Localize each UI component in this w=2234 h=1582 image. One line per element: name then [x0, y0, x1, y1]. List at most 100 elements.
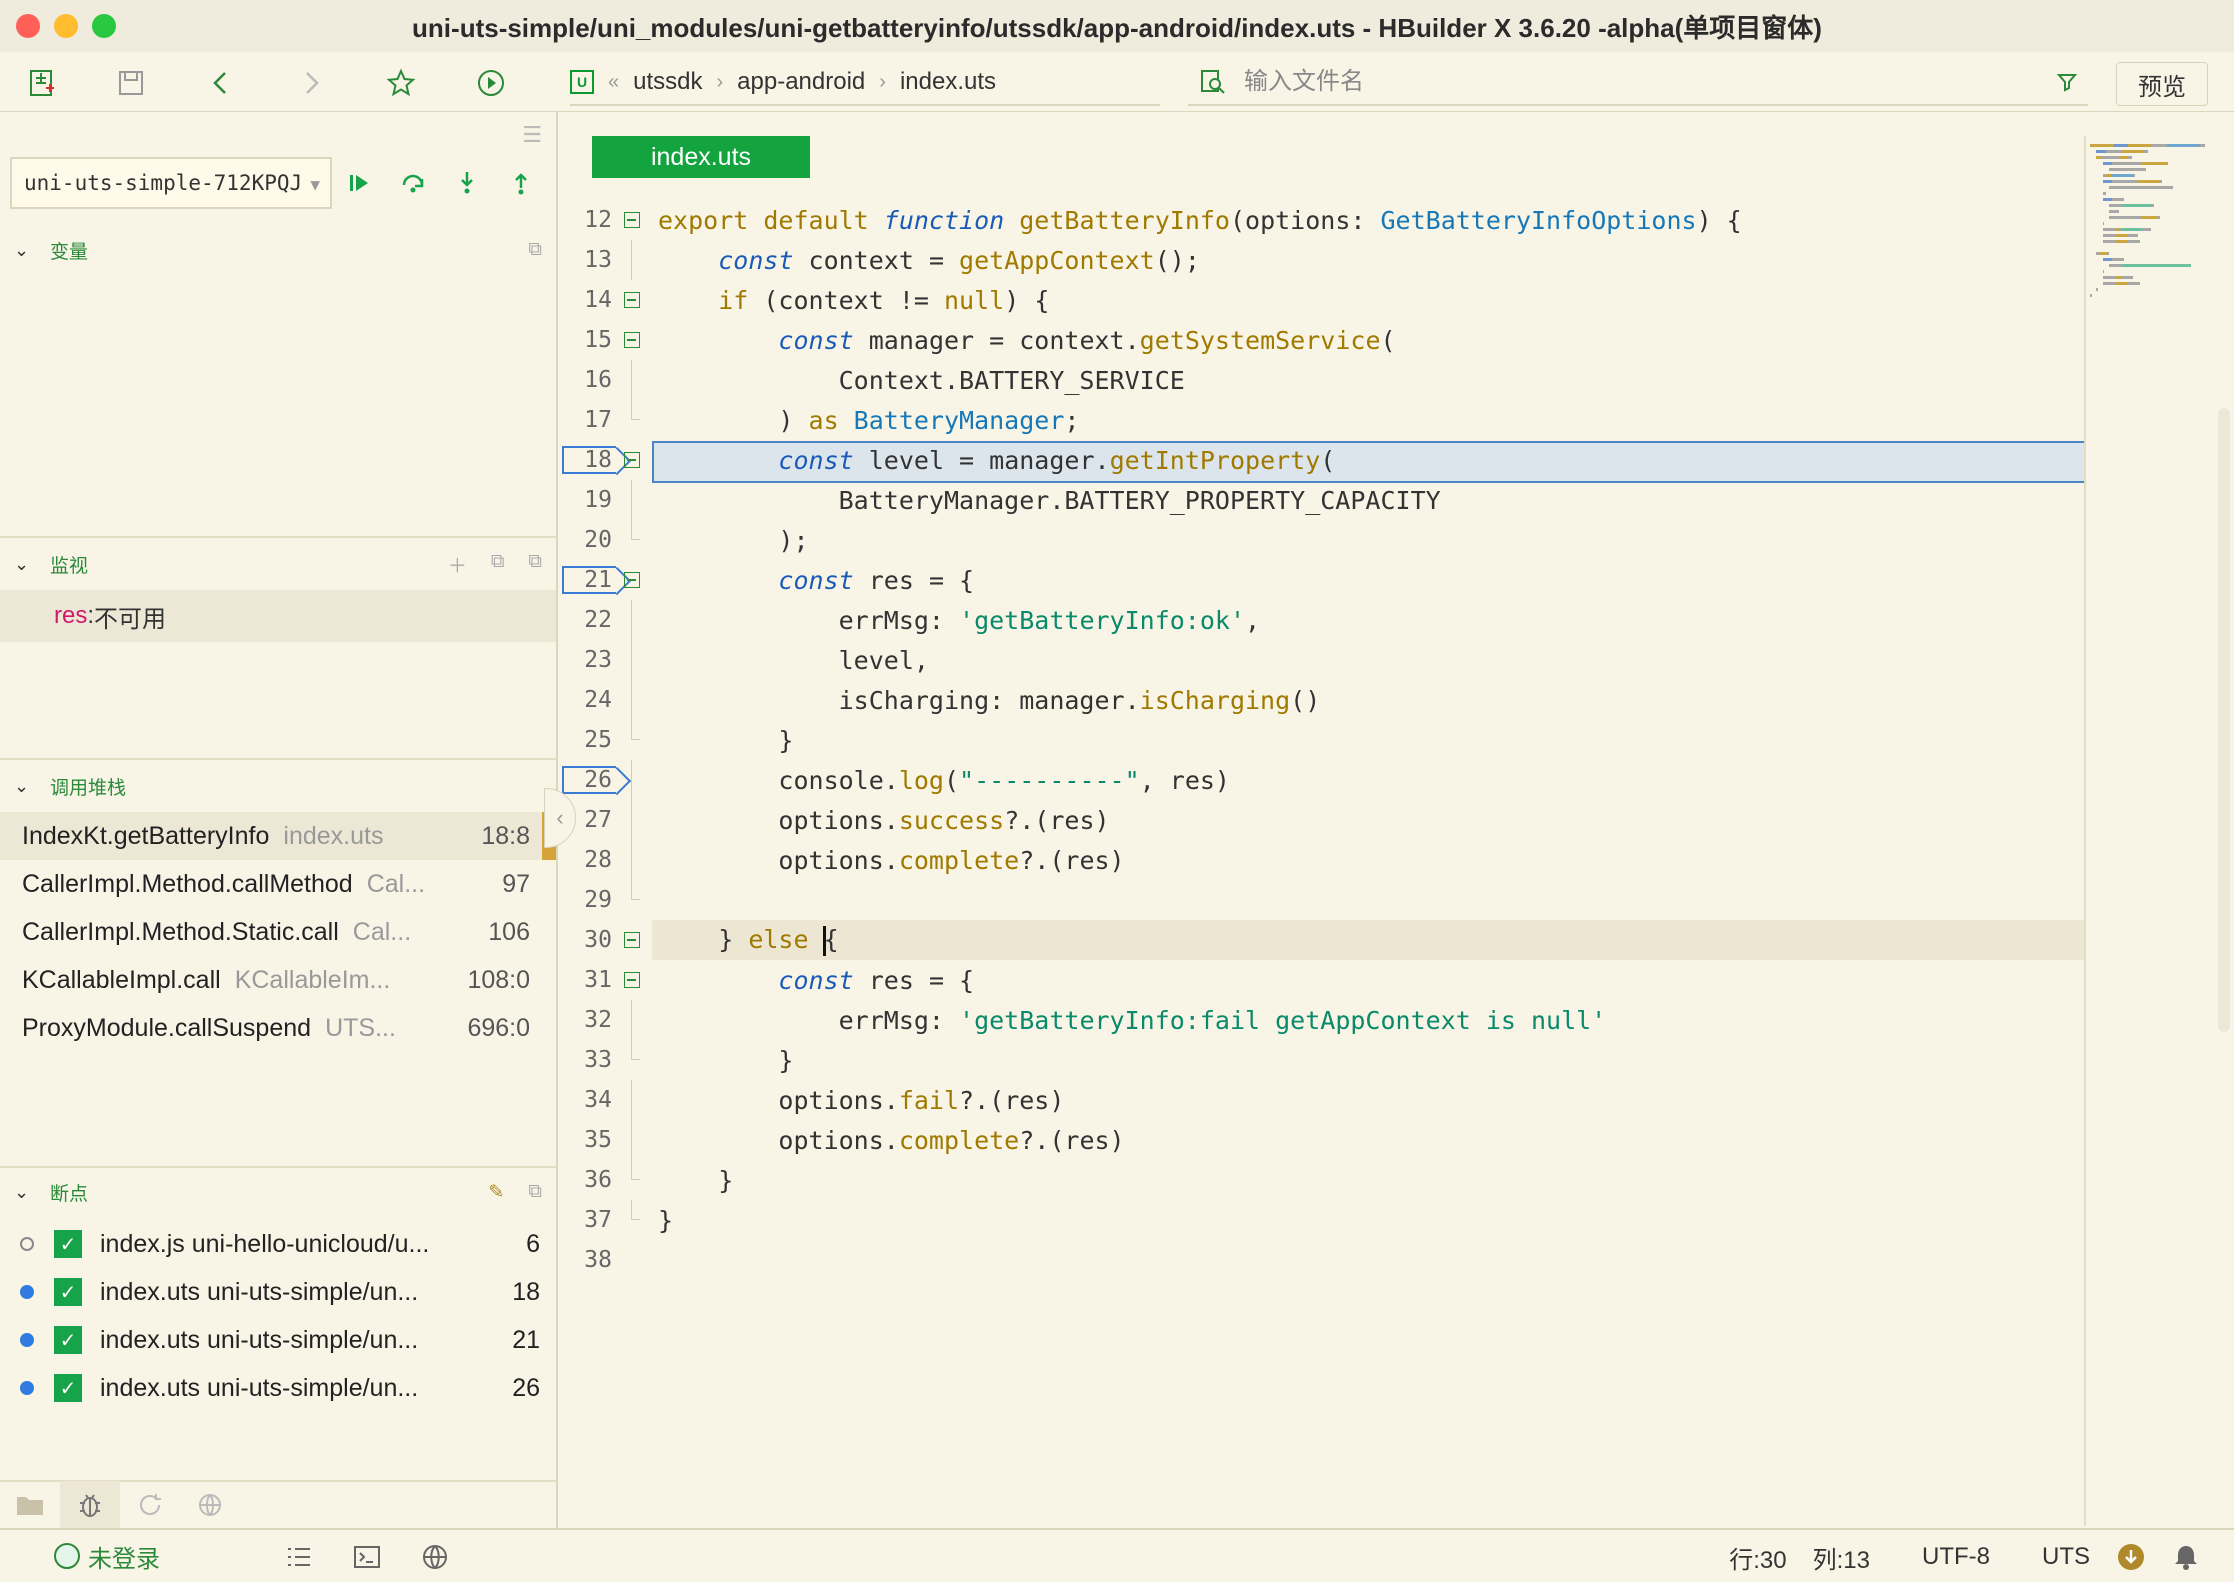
code-line[interactable]: 30 } else { [560, 920, 2084, 960]
code-line[interactable]: 22 errMsg: 'getBatteryInfo:ok', [560, 600, 2084, 640]
refresh-tab-icon[interactable] [120, 1481, 180, 1529]
callstack-section-header[interactable]: ⌄ 调用堆栈 [0, 764, 556, 808]
line-number[interactable]: 12 [560, 207, 612, 233]
line-number[interactable]: 29 [560, 887, 612, 913]
new-file-icon[interactable] [24, 66, 58, 100]
notification-bell-icon[interactable] [2172, 1542, 2200, 1572]
line-number[interactable]: 37 [560, 1207, 612, 1233]
code-line[interactable]: 33 } [560, 1040, 2084, 1080]
device-select[interactable]: uni-uts-simple-712KPQJ ▼ [10, 157, 332, 209]
code-line[interactable]: 36 } [560, 1160, 2084, 1200]
callstack-item[interactable]: CallerImpl.Method.callMethod Cal... 97 [0, 860, 556, 908]
collapse-all-icon[interactable]: ⧉ [491, 551, 505, 578]
fold-toggle-icon[interactable] [612, 200, 652, 240]
vertical-scrollbar[interactable] [2218, 408, 2230, 1032]
line-number[interactable]: 14 [560, 287, 612, 313]
toggle-breakpoints-icon[interactable]: ✎ [489, 1181, 505, 1204]
code-line[interactable]: 25 } [560, 720, 2084, 760]
code-area[interactable]: 12 export default function getBatteryInfo… [560, 200, 2086, 1280]
code-line[interactable]: 34 options.fail?.(res) [560, 1080, 2084, 1120]
line-number[interactable]: 24 [560, 687, 612, 713]
line-number[interactable]: 21 [560, 567, 612, 593]
code-line[interactable]: 24 isCharging: manager.isCharging() [560, 680, 2084, 720]
breakpoint-item[interactable]: ✓ index.uts uni-uts-simple/un... 26 [0, 1364, 556, 1412]
line-number[interactable]: 26 [560, 767, 612, 793]
back-icon[interactable] [204, 66, 238, 100]
code-line[interactable]: 16 Context.BATTERY_SERVICE [560, 360, 2084, 400]
breadcrumb-item-utssdk[interactable]: utssdk [633, 68, 702, 96]
collapse-all-icon[interactable]: ⧉ [528, 239, 542, 261]
step-over-icon[interactable] [386, 157, 440, 209]
star-icon[interactable] [384, 66, 418, 100]
fold-toggle-icon[interactable] [612, 920, 652, 960]
collapse-icon[interactable]: ⧉ [528, 551, 542, 578]
outline-list-icon[interactable] [284, 1542, 314, 1572]
breakpoint-checkbox[interactable]: ✓ [54, 1326, 82, 1354]
line-number[interactable]: 35 [560, 1127, 612, 1153]
preview-button[interactable]: 预览 [2116, 62, 2208, 106]
line-number[interactable]: 28 [560, 847, 612, 873]
code-line[interactable]: 38 [560, 1240, 2084, 1280]
line-number[interactable]: 17 [560, 407, 612, 433]
line-number[interactable]: 33 [560, 1047, 612, 1073]
code-editor[interactable]: ‹ index.uts 12 export default function ge… [544, 112, 2234, 1528]
language-mode[interactable]: UTS [2042, 1543, 2090, 1571]
remove-all-breakpoints-icon[interactable]: ⧉ [528, 1181, 542, 1204]
debug-tab-bug-icon[interactable] [60, 1481, 120, 1529]
file-search-input[interactable] [1244, 68, 2004, 96]
line-number[interactable]: 22 [560, 607, 612, 633]
fold-toggle-icon[interactable] [612, 440, 652, 480]
code-line[interactable]: 13 const context = getAppContext(); [560, 240, 2084, 280]
fold-toggle-icon[interactable] [612, 280, 652, 320]
line-number[interactable]: 36 [560, 1167, 612, 1193]
terminal-icon[interactable] [352, 1542, 382, 1572]
code-line[interactable]: 37} [560, 1200, 2084, 1240]
line-number[interactable]: 19 [560, 487, 612, 513]
fold-toggle-icon[interactable] [612, 320, 652, 360]
run-icon[interactable] [474, 66, 508, 100]
code-line[interactable]: 20 ); [560, 520, 2084, 560]
save-icon[interactable] [114, 66, 148, 100]
code-line[interactable]: 27 options.success?.(res) [560, 800, 2084, 840]
encoding[interactable]: UTF-8 [1922, 1543, 1990, 1571]
breakpoint-checkbox[interactable]: ✓ [54, 1374, 82, 1402]
line-number[interactable]: 38 [560, 1247, 612, 1273]
line-number[interactable]: 20 [560, 527, 612, 553]
code-line[interactable]: 28 options.complete?.(res) [560, 840, 2084, 880]
line-number[interactable]: 13 [560, 247, 612, 273]
download-icon[interactable] [2116, 1542, 2146, 1572]
line-number[interactable]: 25 [560, 727, 612, 753]
line-number[interactable]: 34 [560, 1087, 612, 1113]
cursor-column[interactable]: 列:13 [1813, 1540, 1870, 1575]
step-out-icon[interactable] [494, 157, 548, 209]
breakpoint-item[interactable]: ✓ index.js uni-hello-unicloud/u... 6 [0, 1220, 556, 1268]
code-line[interactable]: 31 const res = { [560, 960, 2084, 1000]
code-line[interactable]: 32 errMsg: 'getBatteryInfo:fail getAppCo… [560, 1000, 2084, 1040]
breakpoint-item[interactable]: ✓ index.uts uni-uts-simple/un... 18 [0, 1268, 556, 1316]
line-number[interactable]: 31 [560, 967, 612, 993]
code-line[interactable]: 26 console.log("----------", res) [560, 760, 2084, 800]
code-line[interactable]: 29 [560, 880, 2084, 920]
forward-icon[interactable] [294, 66, 328, 100]
fold-toggle-icon[interactable] [612, 960, 652, 1000]
menu-icon[interactable]: ☰ [522, 122, 542, 148]
login-status[interactable]: 未登录 [54, 1539, 160, 1574]
line-number[interactable]: 16 [560, 367, 612, 393]
code-line[interactable]: 17 ) as BatteryManager; [560, 400, 2084, 440]
cloud-tab-icon[interactable] [180, 1481, 240, 1529]
continue-icon[interactable] [332, 157, 386, 209]
breadcrumb-item-file[interactable]: index.uts [900, 68, 996, 96]
line-number[interactable]: 32 [560, 1007, 612, 1033]
maximize-window-button[interactable] [92, 14, 116, 38]
step-into-icon[interactable] [440, 157, 494, 209]
cloud-globe-icon[interactable] [420, 1542, 450, 1572]
line-number[interactable]: 15 [560, 327, 612, 353]
code-line[interactable]: 35 options.complete?.(res) [560, 1120, 2084, 1160]
minimap[interactable] [2084, 136, 2232, 1526]
breadcrumb-back-indicator[interactable]: « [608, 71, 619, 94]
code-line[interactable]: 19 BatteryManager.BATTERY_PROPERTY_CAPAC… [560, 480, 2084, 520]
breakpoint-item[interactable]: ✓ index.uts uni-uts-simple/un... 21 [0, 1316, 556, 1364]
filter-icon[interactable] [2056, 71, 2078, 93]
code-line[interactable]: 15 const manager = context.getSystemServ… [560, 320, 2084, 360]
breakpoint-checkbox[interactable]: ✓ [54, 1230, 82, 1258]
